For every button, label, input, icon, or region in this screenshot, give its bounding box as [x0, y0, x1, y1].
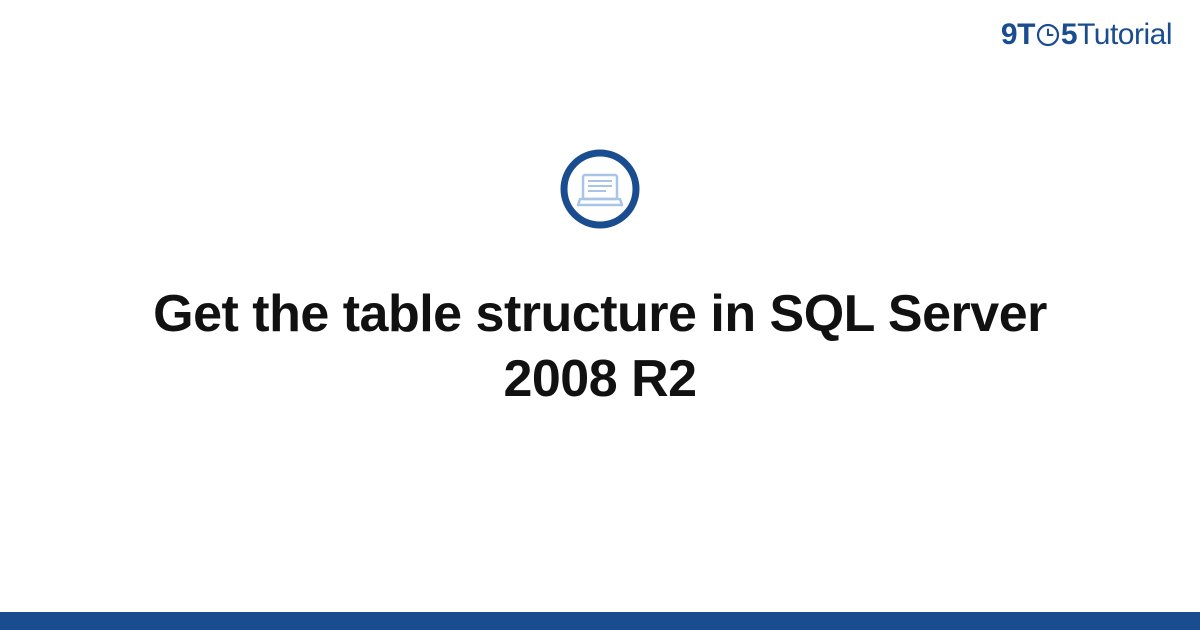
main-content: Get the table structure in SQL Server 20…	[0, 0, 1200, 630]
page-title: Get the table structure in SQL Server 20…	[150, 282, 1050, 412]
footer-accent-bar	[0, 612, 1200, 630]
laptop-icon	[560, 149, 640, 234]
